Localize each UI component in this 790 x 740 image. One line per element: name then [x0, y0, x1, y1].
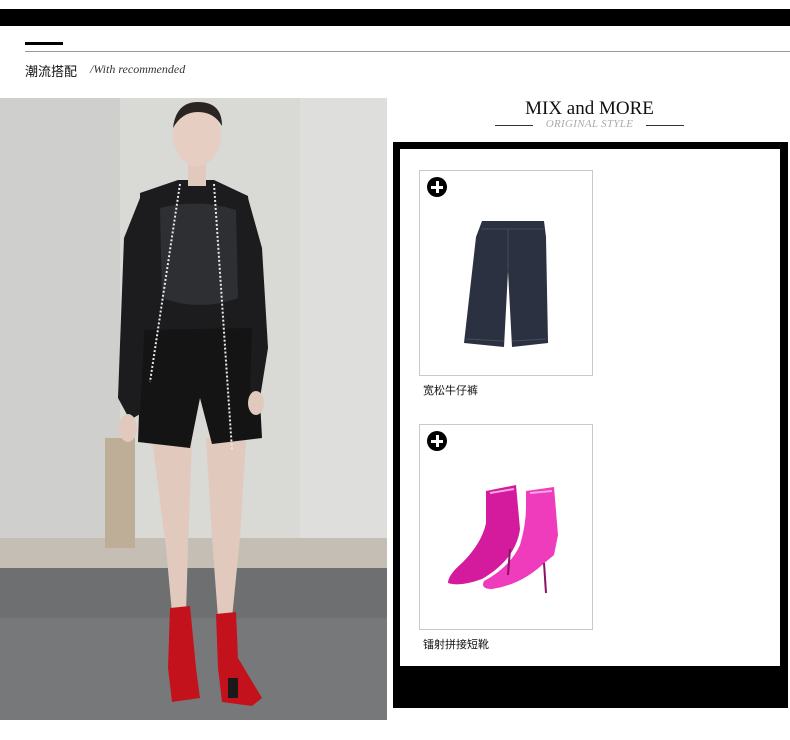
- product-card-boots[interactable]: [419, 424, 593, 630]
- boots-image: [448, 485, 558, 594]
- mix-title: MIX and MORE: [525, 98, 654, 119]
- product-name-jeans[interactable]: 宽松牛仔裤: [423, 382, 478, 398]
- product-name-boots[interactable]: 镭射拼接短靴: [423, 636, 489, 652]
- mix-subtitle-line-right: [646, 125, 684, 126]
- section-subtitle: /With recommended: [90, 62, 186, 76]
- mix-subtitle: ORIGINAL STYLE: [545, 118, 634, 130]
- jeans-image: [464, 221, 548, 347]
- product-card-jeans[interactable]: [419, 170, 593, 376]
- mix-subtitle-group: ORIGINAL STYLE: [495, 118, 684, 132]
- section-divider: [25, 51, 790, 52]
- top-banner-bar: [0, 9, 790, 26]
- section-title: 潮流搭配: [25, 65, 78, 80]
- plus-circle-icon[interactable]: [427, 177, 447, 197]
- model-photo: [0, 98, 387, 720]
- plus-circle-icon[interactable]: [427, 431, 447, 451]
- section-accent-line: [25, 42, 63, 45]
